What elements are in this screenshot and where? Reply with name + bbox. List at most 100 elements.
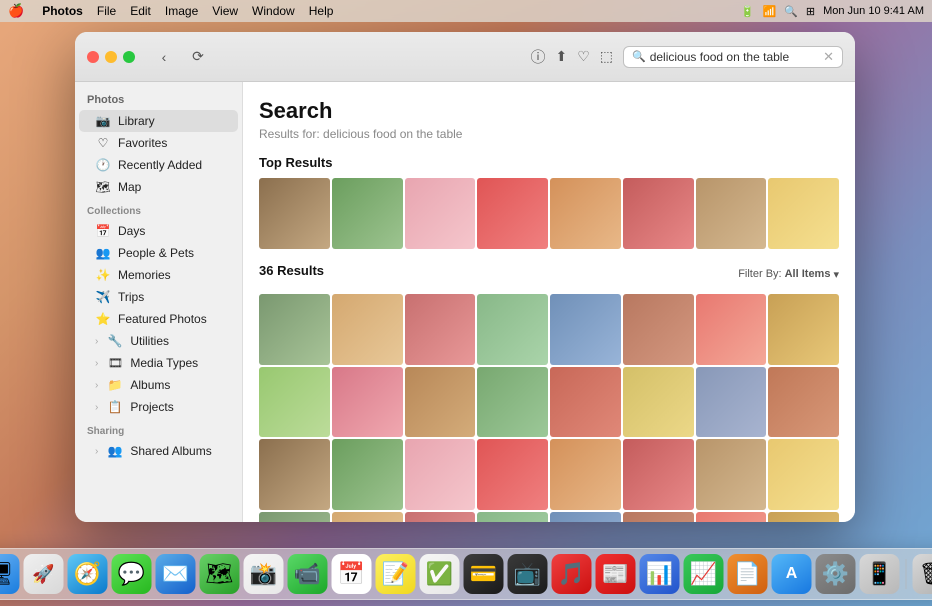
sidebar-item-map[interactable]: 🗺 Map bbox=[79, 176, 238, 198]
list-item[interactable] bbox=[477, 512, 548, 522]
list-item[interactable] bbox=[332, 178, 403, 249]
menubar-edit[interactable]: Edit bbox=[130, 4, 151, 18]
list-item[interactable] bbox=[405, 178, 476, 249]
list-item[interactable] bbox=[696, 294, 767, 365]
list-item[interactable] bbox=[550, 512, 621, 522]
list-item[interactable] bbox=[477, 178, 548, 249]
list-item[interactable] bbox=[768, 294, 839, 365]
list-item[interactable] bbox=[477, 439, 548, 510]
sidebar-item-albums[interactable]: › 📁 Albums bbox=[79, 374, 238, 396]
list-item[interactable] bbox=[332, 367, 403, 438]
filter-button[interactable]: Filter By: All Items ▾ bbox=[738, 268, 839, 281]
menubar-help[interactable]: Help bbox=[309, 4, 334, 18]
close-button[interactable] bbox=[87, 51, 99, 63]
list-item[interactable] bbox=[623, 178, 694, 249]
list-item[interactable] bbox=[477, 294, 548, 365]
list-item[interactable] bbox=[405, 294, 476, 365]
list-item[interactable] bbox=[696, 439, 767, 510]
dock-item-mail[interactable]: ✉️ bbox=[156, 554, 196, 594]
share-icon[interactable]: ⬆ bbox=[555, 48, 567, 65]
minimize-button[interactable] bbox=[105, 51, 117, 63]
menubar-file[interactable]: File bbox=[97, 4, 116, 18]
list-item[interactable] bbox=[332, 294, 403, 365]
menubar-app-name[interactable]: Photos bbox=[42, 4, 83, 18]
dock-item-photos[interactable]: 📸 bbox=[244, 554, 284, 594]
list-item[interactable] bbox=[768, 439, 839, 510]
sidebar-item-featured-photos[interactable]: ⭐ Featured Photos bbox=[79, 308, 238, 330]
list-item[interactable] bbox=[623, 367, 694, 438]
list-item[interactable] bbox=[696, 512, 767, 522]
list-item[interactable] bbox=[550, 367, 621, 438]
crop-icon[interactable]: ⬚ bbox=[600, 48, 613, 65]
search-bar[interactable]: 🔍 ✕ bbox=[623, 46, 843, 68]
list-item[interactable] bbox=[623, 294, 694, 365]
dock-item-maps[interactable]: 🗺 bbox=[200, 554, 240, 594]
list-item[interactable] bbox=[259, 294, 330, 365]
apple-menu[interactable]: 🍎 bbox=[8, 3, 24, 19]
dock-item-finder[interactable]: 🖥 bbox=[0, 554, 20, 594]
list-item[interactable] bbox=[768, 512, 839, 522]
list-item[interactable] bbox=[696, 367, 767, 438]
results-header: 36 Results Filter By: All Items ▾ bbox=[259, 263, 839, 286]
sidebar-item-trips[interactable]: ✈️ Trips bbox=[79, 286, 238, 308]
list-item[interactable] bbox=[768, 178, 839, 249]
control-center-icon[interactable]: ⊞ bbox=[806, 5, 815, 18]
search-icon-menubar[interactable]: 🔍 bbox=[784, 5, 798, 18]
list-item[interactable] bbox=[332, 512, 403, 522]
rotate-button[interactable]: ⟳ bbox=[185, 44, 211, 70]
sidebar-item-media-types[interactable]: › 🎞 Media Types bbox=[79, 352, 238, 374]
dock-item-appletv[interactable]: 📺 bbox=[508, 554, 548, 594]
list-item[interactable] bbox=[405, 439, 476, 510]
sidebar-item-utilities[interactable]: › 🔧 Utilities bbox=[79, 330, 238, 352]
back-button[interactable]: ‹ bbox=[151, 44, 177, 70]
list-item[interactable] bbox=[623, 512, 694, 522]
list-item[interactable] bbox=[259, 439, 330, 510]
list-item[interactable] bbox=[550, 294, 621, 365]
sidebar-item-library[interactable]: 📷 Library bbox=[79, 110, 238, 132]
dock-item-settings[interactable]: ⚙️ bbox=[816, 554, 856, 594]
heart-icon[interactable]: ♡ bbox=[577, 48, 590, 65]
list-item[interactable] bbox=[332, 439, 403, 510]
dock-item-messages[interactable]: 💬 bbox=[112, 554, 152, 594]
sidebar-item-memories[interactable]: ✨ Memories bbox=[79, 264, 238, 286]
dock-item-numbers[interactable]: 📈 bbox=[684, 554, 724, 594]
dock-item-launchpad[interactable]: 🚀 bbox=[24, 554, 64, 594]
info-icon[interactable]: ⓘ bbox=[530, 46, 545, 67]
dock-item-iphone[interactable]: 📱 bbox=[860, 554, 900, 594]
dock-item-appstore[interactable]: A bbox=[772, 554, 812, 594]
dock-item-calendar[interactable]: 📅 bbox=[332, 554, 372, 594]
dock-item-wallet[interactable]: 💳 bbox=[464, 554, 504, 594]
dock-item-reminders[interactable]: ✅ bbox=[420, 554, 460, 594]
list-item[interactable] bbox=[768, 367, 839, 438]
sidebar-item-recently-added[interactable]: 🕐 Recently Added bbox=[79, 154, 238, 176]
list-item[interactable] bbox=[259, 178, 330, 249]
menubar-view[interactable]: View bbox=[212, 4, 238, 18]
dock-item-pages[interactable]: 📄 bbox=[728, 554, 768, 594]
menubar-image[interactable]: Image bbox=[165, 4, 198, 18]
dock-item-trash[interactable]: 🗑 bbox=[913, 554, 932, 594]
sidebar-item-people-pets[interactable]: 👥 People & Pets bbox=[79, 242, 238, 264]
list-item[interactable] bbox=[477, 367, 548, 438]
sidebar-item-shared-albums[interactable]: › 👥 Shared Albums bbox=[79, 440, 238, 462]
dock-item-music[interactable]: 🎵 bbox=[552, 554, 592, 594]
dock-item-safari[interactable]: 🧭 bbox=[68, 554, 108, 594]
list-item[interactable] bbox=[623, 439, 694, 510]
list-item[interactable] bbox=[405, 512, 476, 522]
list-item[interactable] bbox=[259, 512, 330, 522]
search-input[interactable] bbox=[650, 50, 823, 64]
list-item[interactable] bbox=[550, 439, 621, 510]
menubar-window[interactable]: Window bbox=[252, 4, 295, 18]
list-item[interactable] bbox=[696, 178, 767, 249]
dock-item-notes[interactable]: 📝 bbox=[376, 554, 416, 594]
sidebar-item-favorites[interactable]: ♡ Favorites bbox=[79, 132, 238, 154]
dock-item-news[interactable]: 📰 bbox=[596, 554, 636, 594]
list-item[interactable] bbox=[550, 178, 621, 249]
sidebar-item-projects[interactable]: › 📋 Projects bbox=[79, 396, 238, 418]
list-item[interactable] bbox=[259, 367, 330, 438]
search-clear-button[interactable]: ✕ bbox=[823, 49, 834, 65]
dock-item-keynote[interactable]: 📊 bbox=[640, 554, 680, 594]
sidebar-item-days[interactable]: 📅 Days bbox=[79, 220, 238, 242]
maximize-button[interactable] bbox=[123, 51, 135, 63]
dock-item-facetime[interactable]: 📹 bbox=[288, 554, 328, 594]
list-item[interactable] bbox=[405, 367, 476, 438]
